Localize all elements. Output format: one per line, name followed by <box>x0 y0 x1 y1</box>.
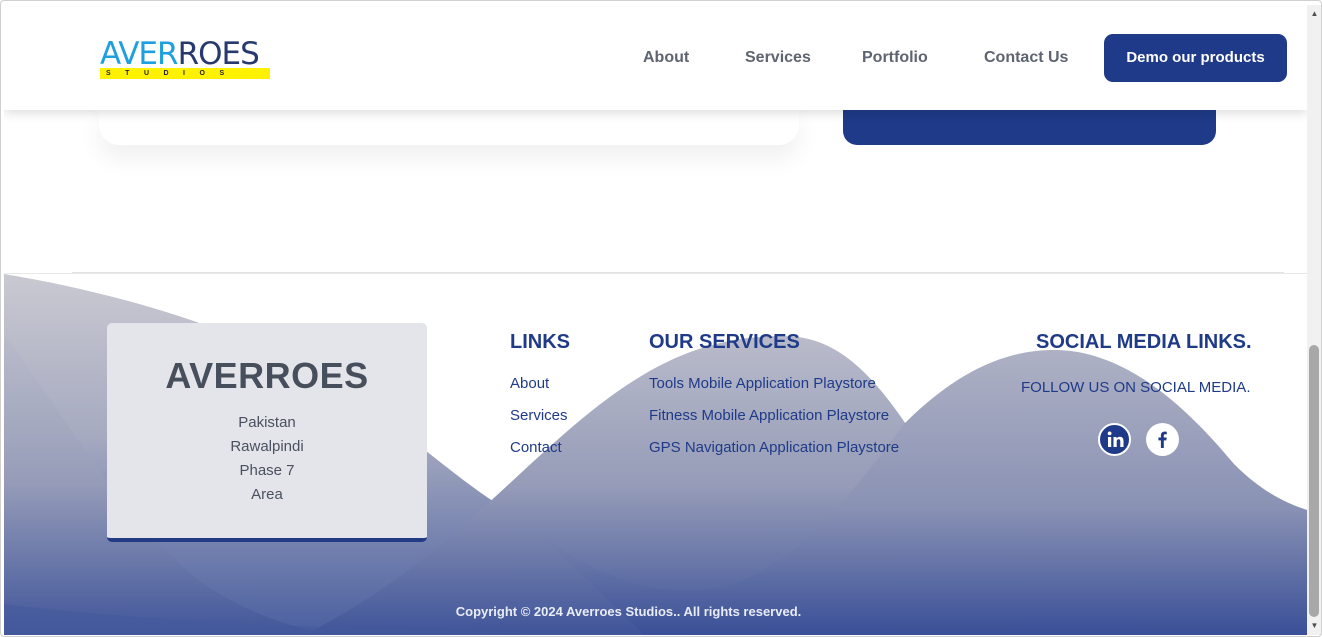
scrollbar-thumb[interactable] <box>1309 345 1319 617</box>
footer-link-services[interactable]: Services <box>510 407 568 425</box>
content-card-shadow <box>99 105 799 145</box>
service-link-tools[interactable]: Tools Mobile Application Playstore <box>649 375 876 393</box>
social-heading: SOCIAL MEDIA LINKS. <box>1036 331 1252 353</box>
page: AVERROES STUDIOS About Services Portfoli… <box>4 5 1307 635</box>
copyright-text: Copyright © 2024 Averroes Studios.. All … <box>4 604 1307 620</box>
scroll-up-arrow-icon[interactable]: ▲ <box>1310 9 1319 18</box>
copyright-label: Copyright © 2024 Averroes Studios.. All … <box>455 604 802 619</box>
demo-products-button[interactable]: Demo our products <box>1104 34 1287 82</box>
logo-word-roes: ROES <box>177 36 260 72</box>
address-title: AVERROES <box>165 355 369 396</box>
site-header: AVERROES STUDIOS About Services Portfoli… <box>4 5 1307 110</box>
address-line-phase: Phase 7 <box>239 462 295 479</box>
nav-about[interactable]: About <box>643 49 689 67</box>
scroll-down-arrow-icon[interactable]: ▼ <box>1310 621 1319 630</box>
address-line-city: Rawalpindi <box>230 438 304 455</box>
logo-word-aver: AVER <box>100 36 179 72</box>
linkedin-icon[interactable] <box>1098 423 1131 456</box>
footer-link-contact[interactable]: Contact <box>510 439 562 457</box>
follow-us-text: FOLLOW US ON SOCIAL MEDIA. <box>1021 379 1251 396</box>
vertical-scrollbar[interactable]: ▲ ▼ <box>1307 5 1322 635</box>
address-line-country: Pakistan <box>238 414 296 431</box>
site-footer: AVERROES Pakistan Rawalpindi Phase 7 Are… <box>4 274 1307 635</box>
links-heading: LINKS <box>510 331 570 353</box>
nav-services[interactable]: Services <box>745 49 811 67</box>
nav-contact-us[interactable]: Contact Us <box>984 49 1068 67</box>
averroes-logo[interactable]: AVERROES STUDIOS <box>100 39 272 81</box>
logo-wordmark: AVERROES <box>100 36 260 72</box>
facebook-icon[interactable] <box>1146 423 1179 456</box>
footer-link-about[interactable]: About <box>510 375 549 393</box>
services-heading: OUR SERVICES <box>649 331 800 353</box>
service-link-fitness[interactable]: Fitness Mobile Application Playstore <box>649 407 889 425</box>
service-link-gps[interactable]: GPS Navigation Application Playstore <box>649 439 899 457</box>
logo-tagline: STUDIOS <box>100 68 270 79</box>
nav-portfolio[interactable]: Portfolio <box>862 49 928 67</box>
address-card: AVERROES Pakistan Rawalpindi Phase 7 Are… <box>107 323 427 542</box>
address-line-area: Area <box>251 486 283 503</box>
